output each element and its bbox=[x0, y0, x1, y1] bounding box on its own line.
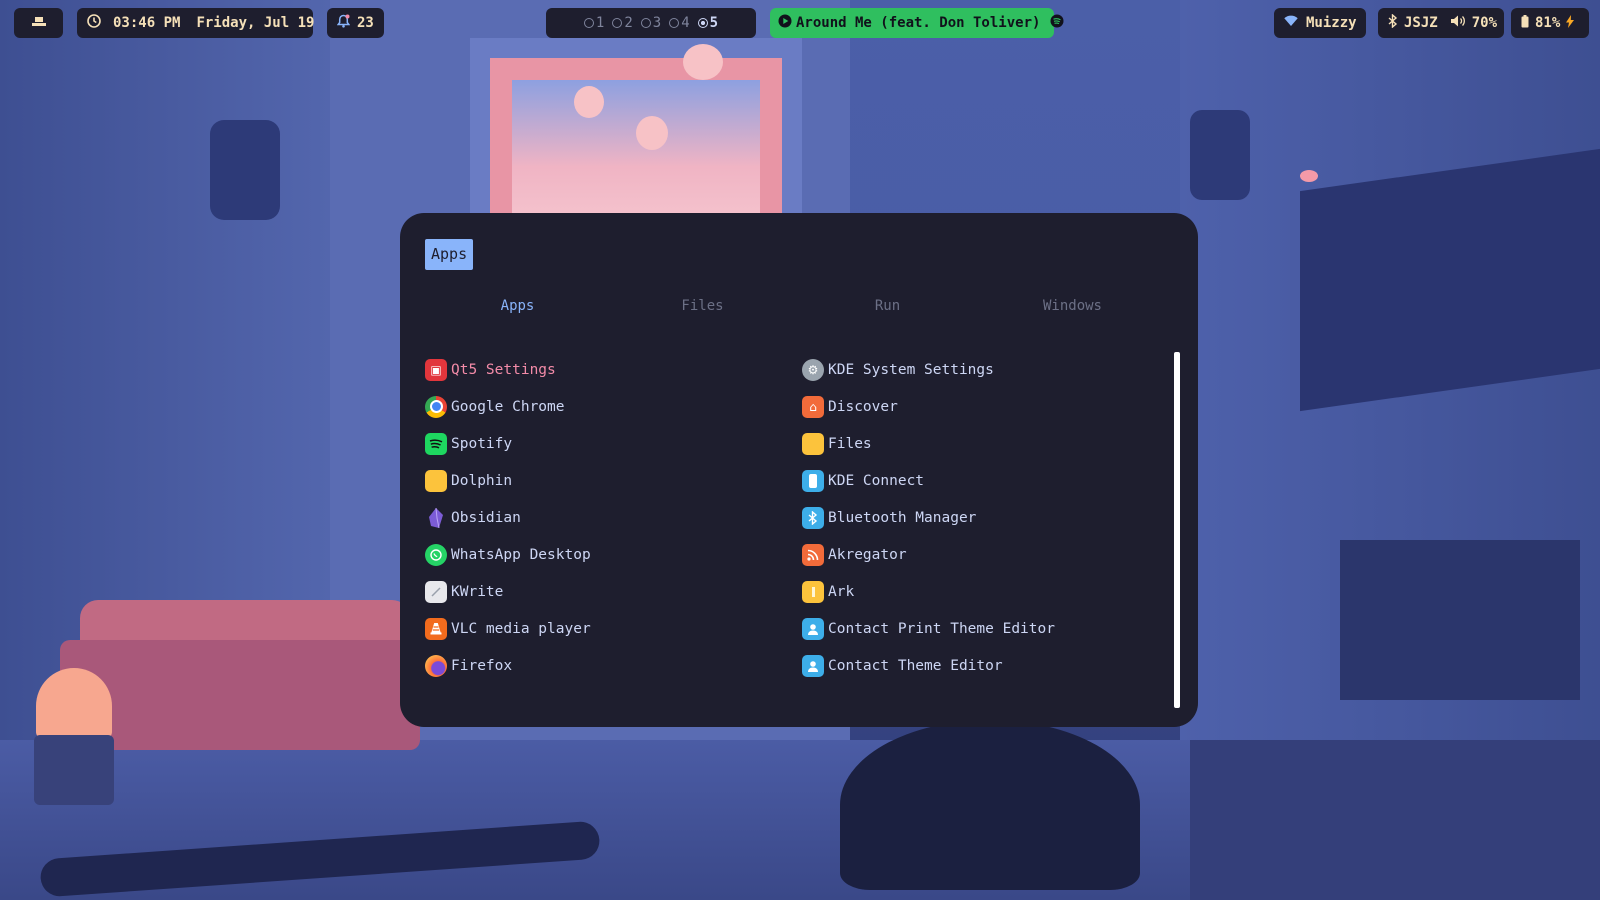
list-item-label: KDE System Settings bbox=[828, 361, 994, 378]
list-item-qt5-settings[interactable]: ▣ Qt5 Settings bbox=[425, 351, 802, 388]
play-icon[interactable] bbox=[778, 14, 792, 32]
clock-time: 03:46 PM bbox=[113, 15, 181, 31]
list-item-label: WhatsApp Desktop bbox=[451, 546, 591, 563]
vlc-icon bbox=[425, 617, 447, 640]
app-launcher: Apps Apps Files Run Windows ▣ Qt5 Settin… bbox=[400, 213, 1198, 727]
list-item-label: Contact Print Theme Editor bbox=[828, 620, 1055, 637]
workspace-2[interactable]: 2 bbox=[612, 15, 633, 31]
list-item-ark[interactable]: Ark bbox=[802, 573, 1155, 610]
volume-icon[interactable] bbox=[1450, 14, 1466, 32]
list-item-files[interactable]: Files bbox=[802, 425, 1155, 462]
workspace-3[interactable]: 3 bbox=[640, 15, 661, 31]
spotify-icon bbox=[425, 432, 447, 455]
launcher-prompt[interactable]: Apps bbox=[425, 239, 474, 270]
bluetooth-icon bbox=[802, 506, 824, 529]
list-item-label: Obsidian bbox=[451, 509, 521, 526]
wifi-ssid: Muizzy bbox=[1306, 15, 1357, 31]
bluetooth-volume-widget[interactable]: JSJZ 70% bbox=[1378, 8, 1504, 38]
clock-widget[interactable]: 03:46 PM Friday, Jul 19 bbox=[77, 8, 315, 38]
volume-level: 70% bbox=[1471, 15, 1498, 31]
wifi-widget[interactable]: Muizzy bbox=[1274, 8, 1366, 38]
bell-icon bbox=[336, 14, 351, 32]
list-item-obsidian[interactable]: Obsidian bbox=[425, 499, 802, 536]
clock-date: Friday, Jul 19 bbox=[196, 15, 315, 31]
list-item-label: KWrite bbox=[451, 583, 504, 600]
workspace-5[interactable]: 5 bbox=[697, 15, 718, 31]
workspace-circle-icon bbox=[640, 18, 651, 28]
list-item-label: Discover bbox=[828, 398, 898, 415]
chrome-icon bbox=[425, 395, 447, 418]
list-item-label: KDE Connect bbox=[828, 472, 925, 489]
list-item-vlc-media-player[interactable]: VLC media player bbox=[425, 610, 802, 647]
media-widget[interactable]: Around Me (feat. Don Toliver) bbox=[770, 8, 1064, 38]
notification-count: 23 bbox=[357, 15, 374, 31]
workspace-active-icon bbox=[697, 18, 708, 28]
kde-settings-icon: ⚙ bbox=[802, 358, 824, 381]
menu-icon bbox=[31, 15, 46, 31]
list-item-label: Google Chrome bbox=[451, 398, 565, 415]
list-item-label: VLC media player bbox=[451, 620, 591, 637]
app-list: ▣ Qt5 Settings ⚙ KDE System Settings Goo… bbox=[425, 351, 1155, 684]
list-item-kde-system-settings[interactable]: ⚙ KDE System Settings bbox=[802, 351, 1155, 388]
bluetooth-icon bbox=[1388, 13, 1398, 32]
whatsapp-icon bbox=[425, 543, 447, 566]
wifi-icon bbox=[1284, 15, 1298, 31]
obsidian-icon bbox=[425, 507, 447, 529]
workspace-circle-icon bbox=[669, 18, 680, 28]
list-item-contact-print-theme-editor[interactable]: Contact Print Theme Editor bbox=[802, 610, 1155, 647]
archive-icon bbox=[802, 580, 824, 603]
list-item-discover[interactable]: ⌂ Discover bbox=[802, 388, 1155, 425]
list-item-label: Spotify bbox=[451, 435, 513, 452]
tab-files[interactable]: Files bbox=[610, 291, 795, 321]
list-item-akregator[interactable]: Akregator bbox=[802, 536, 1155, 573]
launcher-button[interactable] bbox=[14, 8, 63, 38]
kde-connect-icon bbox=[802, 469, 824, 492]
kwrite-icon bbox=[425, 580, 447, 603]
list-item-label: Ark bbox=[828, 583, 855, 600]
list-item-label: Akregator bbox=[828, 546, 907, 563]
workspaces-widget: 1 2 3 4 5 bbox=[546, 8, 756, 38]
tab-run[interactable]: Run bbox=[795, 291, 980, 321]
list-item-dolphin[interactable]: Dolphin bbox=[425, 462, 802, 499]
discover-icon: ⌂ bbox=[802, 395, 824, 418]
list-item-google-chrome[interactable]: Google Chrome bbox=[425, 388, 802, 425]
rss-icon bbox=[802, 543, 824, 566]
qt5-settings-icon: ▣ bbox=[425, 358, 447, 381]
list-item-contact-theme-editor[interactable]: Contact Theme Editor bbox=[802, 647, 1155, 684]
launcher-mode-tabs: Apps Files Run Windows bbox=[425, 291, 1165, 321]
dolphin-folder-icon bbox=[425, 469, 447, 492]
list-item-label: Files bbox=[828, 435, 872, 452]
list-item-kwrite[interactable]: KWrite bbox=[425, 573, 802, 610]
workspace-4[interactable]: 4 bbox=[669, 15, 690, 31]
bluetooth-device: JSJZ bbox=[1404, 15, 1438, 31]
clock-icon bbox=[87, 14, 101, 32]
list-item-label: Contact Theme Editor bbox=[828, 657, 1003, 674]
list-item-whatsapp-desktop[interactable]: WhatsApp Desktop bbox=[425, 536, 802, 573]
contact-icon bbox=[802, 617, 824, 640]
list-item-spotify[interactable]: Spotify bbox=[425, 425, 802, 462]
media-title: Around Me (feat. Don Toliver) bbox=[796, 15, 1041, 31]
list-item-bluetooth-manager[interactable]: Bluetooth Manager bbox=[802, 499, 1155, 536]
list-item-label: Qt5 Settings bbox=[451, 361, 556, 378]
launcher-scrollbar[interactable] bbox=[1174, 352, 1180, 708]
firefox-icon bbox=[425, 654, 447, 677]
workspace-1[interactable]: 1 bbox=[583, 15, 604, 31]
tab-apps[interactable]: Apps bbox=[425, 291, 610, 321]
contact-icon bbox=[802, 654, 824, 677]
workspace-circle-icon bbox=[583, 18, 594, 28]
list-item-label: Dolphin bbox=[451, 472, 513, 489]
notifications-widget[interactable]: 23 bbox=[327, 8, 384, 38]
workspace-circle-icon bbox=[612, 18, 623, 28]
battery-level: 81% bbox=[1535, 15, 1561, 31]
folder-icon bbox=[802, 432, 824, 455]
list-item-label: Firefox bbox=[451, 657, 513, 674]
list-item-firefox[interactable]: Firefox bbox=[425, 647, 802, 684]
battery-widget[interactable]: 81% bbox=[1511, 8, 1589, 38]
bolt-icon bbox=[1566, 14, 1575, 32]
list-item-kde-connect[interactable]: KDE Connect bbox=[802, 462, 1155, 499]
battery-icon bbox=[1521, 14, 1529, 32]
spotify-icon bbox=[1050, 14, 1064, 32]
list-item-label: Bluetooth Manager bbox=[828, 509, 977, 526]
tab-windows[interactable]: Windows bbox=[980, 291, 1165, 321]
